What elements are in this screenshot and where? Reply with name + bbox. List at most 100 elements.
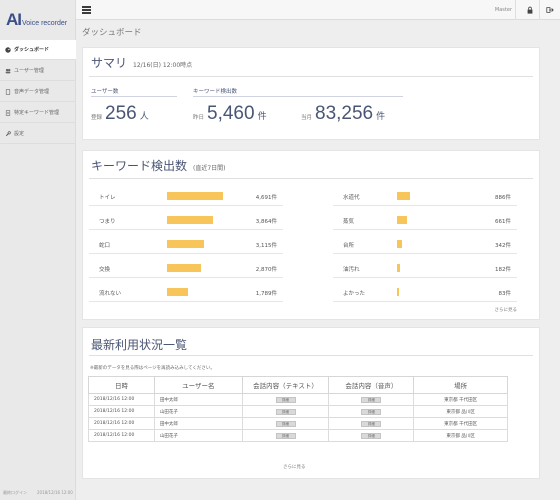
- lock-icon[interactable]: [526, 6, 534, 14]
- cell-place: 東京都 品川区: [413, 405, 508, 418]
- audio-detail-button[interactable]: 詳細: [361, 408, 382, 415]
- keyword-count: 83件: [498, 291, 512, 297]
- keyword-name: トイレ: [99, 195, 116, 201]
- menu-toggle-icon[interactable]: [82, 6, 91, 14]
- keyword-count: 886件: [495, 195, 511, 201]
- keyword-bar: [397, 216, 407, 224]
- cell-user: 田中太郎: [153, 417, 243, 430]
- keyword-count: 4,691件: [255, 195, 277, 201]
- cell-user: 田中太郎: [153, 393, 243, 406]
- keyword-title: キーワード検出数 (直近7日間): [91, 157, 226, 174]
- keyword-name: よかった: [343, 291, 366, 297]
- summary-card: サマリ 12/16(日) 12:00時点 ユーザー数 登録 256 人 キーワード検出…: [82, 47, 540, 140]
- keyword-row: 流れない 1,789件: [89, 281, 283, 302]
- keyword-card: キーワード検出数 (直近7日間) トイレ 4,691件つまり 3,864件蛇口 3,11…: [82, 150, 540, 320]
- recent-title: 最新利用状況一覧: [91, 338, 188, 352]
- summary-title: サマリ 12/16(日) 12:00時点: [91, 54, 192, 71]
- text-detail-button[interactable]: 詳細: [275, 408, 296, 415]
- app-logo[interactable]: AIVoice recorder: [0, 0, 75, 38]
- cell-datetime: 2018/12/16 12:00: [88, 393, 155, 406]
- sidebar-item-label: 設定: [14, 130, 25, 137]
- last-login-label: 最終ログイン: [3, 490, 27, 495]
- yesterday-label: 昨日: [193, 115, 205, 121]
- divider: [539, 0, 540, 20]
- sidebar-item-label: 音声データ管理: [14, 88, 50, 95]
- keyword-row: つまり 3,864件: [89, 209, 283, 230]
- sidebar-item-settings[interactable]: 設定: [0, 124, 76, 144]
- keyword-row: 油汚れ 182件: [333, 257, 517, 278]
- keyword-bar: [167, 288, 189, 296]
- last-login: 最終ログイン 2018/12/16 12:00: [3, 490, 73, 496]
- sidebar-item-label: ユーザー管理: [14, 67, 44, 74]
- keyword-bar: [167, 192, 223, 200]
- cell-detail: 詳細: [241, 393, 330, 406]
- sidebar-item-keywords[interactable]: 特定キーワード管理: [0, 103, 76, 123]
- divider: [91, 96, 177, 97]
- table-row[interactable]: 2018/12/16 12:00 山田花子 詳細 詳細 東京都 品川区: [88, 429, 508, 442]
- table-row[interactable]: 2018/12/16 12:00 山田花子 詳細 詳細 東京都 品川区: [88, 405, 508, 418]
- audio-detail-button[interactable]: 詳細: [361, 396, 382, 403]
- sidebar-item-users[interactable]: ユーザー管理: [0, 61, 76, 81]
- current-user[interactable]: Master: [495, 7, 512, 13]
- keyword-more-link[interactable]: さらに見る: [495, 307, 518, 313]
- recent-more-link[interactable]: さらに見る: [283, 464, 306, 470]
- text-detail-button[interactable]: 詳細: [275, 396, 296, 403]
- sidebar: AIVoice recorder ダッシュボード ユーザー管理 音声データ管理 …: [0, 0, 76, 500]
- month-label: 当月: [301, 115, 313, 121]
- keyword-count: 3,115件: [255, 243, 277, 249]
- registered-label: 登録: [91, 115, 103, 121]
- cell-detail: 詳細: [328, 405, 415, 418]
- sidebar-item-dashboard[interactable]: ダッシュボード: [0, 40, 76, 60]
- cell-detail: 詳細: [241, 405, 330, 418]
- cell-detail: 詳細: [328, 417, 415, 430]
- keyword-bar: [397, 288, 399, 296]
- keyword-count: 2,870件: [255, 267, 277, 273]
- page-title: ダッシュボード: [82, 28, 142, 38]
- keyword-bar: [167, 240, 205, 248]
- table-row[interactable]: 2018/12/16 12:00 田中太郎 詳細 詳細 東京都 千代田区: [88, 417, 508, 430]
- keyword-row: よかった 83件: [333, 281, 517, 302]
- topbar: Master: [76, 0, 560, 20]
- table-row[interactable]: 2018/12/16 12:00 田中太郎 詳細 詳細 東京都 千代田区: [88, 393, 508, 406]
- divider: [515, 0, 516, 20]
- keyword-count: 661件: [495, 219, 511, 225]
- divider: [89, 355, 533, 356]
- cell-place: 東京都 品川区: [413, 429, 508, 442]
- cell-datetime: 2018/12/16 12:00: [88, 429, 155, 442]
- keyword-name: 台所: [343, 243, 355, 249]
- keyword-bar: [167, 264, 202, 272]
- divider: [89, 76, 533, 77]
- column-header-text: 会話内容（テキスト）: [241, 376, 330, 394]
- logout-icon[interactable]: [546, 6, 554, 14]
- logo-product-text: Voice recorder: [22, 20, 68, 27]
- keyword-name: 油汚れ: [343, 267, 360, 273]
- audio-detail-button[interactable]: 詳細: [361, 420, 382, 427]
- column-header-audio: 会話内容（音声）: [328, 376, 415, 394]
- cell-place: 東京都 千代田区: [413, 417, 508, 430]
- text-detail-button[interactable]: 詳細: [275, 432, 296, 439]
- keyword-count: 342件: [495, 243, 511, 249]
- cell-user: 山田花子: [153, 405, 243, 418]
- cell-detail: 詳細: [328, 429, 415, 442]
- keyword-bar: [397, 264, 400, 272]
- keyword-bar: [397, 240, 402, 248]
- yesterday-value: 5,460: [207, 103, 255, 124]
- audio-detail-button[interactable]: 詳細: [361, 432, 382, 439]
- keyword-count-label: キーワード検出数: [193, 89, 238, 95]
- keyword-title-text: キーワード検出数: [91, 159, 188, 173]
- keyword-name: 蛇口: [99, 243, 111, 249]
- divider: [89, 178, 533, 179]
- month-unit: 件: [376, 112, 386, 122]
- keyword-count: 3,864件: [255, 219, 277, 225]
- sidebar-item-voice-data[interactable]: 音声データ管理: [0, 82, 76, 102]
- text-detail-button[interactable]: 詳細: [275, 420, 296, 427]
- keyword-count: 1,789件: [255, 291, 277, 297]
- keyword-name: 交換: [99, 267, 111, 273]
- cell-detail: 詳細: [328, 393, 415, 406]
- users-icon: [5, 68, 11, 73]
- cell-user: 山田花子: [153, 429, 243, 442]
- divider: [193, 96, 403, 97]
- column-header-place: 場所: [413, 376, 508, 394]
- cell-detail: 詳細: [241, 417, 330, 430]
- column-header-user: ユーザー名: [153, 376, 243, 394]
